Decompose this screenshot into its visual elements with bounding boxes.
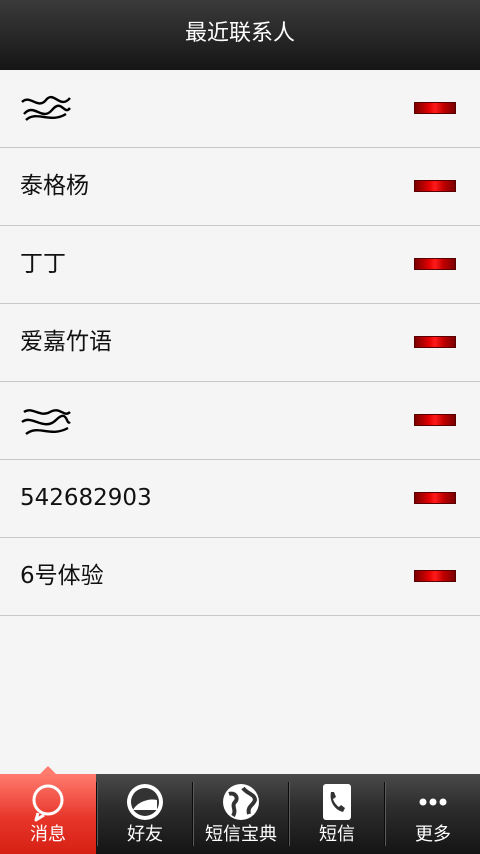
status-badge [414,570,456,582]
status-badge [414,414,456,426]
globe-icon [223,784,259,820]
page-title: 最近联系人 [184,21,295,46]
tab-label: 短信宝典 [205,824,277,845]
status-badge [414,102,456,114]
recent-contacts-list: 泰格杨 丁丁 爱嘉竹语 542682903 6号体验 [0,70,480,616]
redacted-scribble-icon [21,95,71,121]
bottom-tab-bar: 消息 好友 短信宝典 短信 更多 [0,766,480,854]
contact-name: 爱嘉竹语 [20,329,112,355]
message-icon [32,784,64,822]
tab-sms[interactable]: 短信 [289,774,385,854]
status-badge [414,258,456,270]
list-item[interactable]: 丁丁 [0,226,480,304]
status-badge [414,336,456,348]
more-icon [419,798,447,806]
phone-icon [323,784,351,820]
tab-sms-collection[interactable]: 短信宝典 [193,774,289,854]
friend-icon [127,784,163,820]
contact-name: 泰格杨 [20,173,89,199]
tab-friends[interactable]: 好友 [97,774,193,854]
list-item[interactable]: 爱嘉竹语 [0,304,480,382]
list-item[interactable] [0,70,480,148]
status-badge [414,180,456,192]
status-badge [414,492,456,504]
list-item[interactable]: 542682903 [0,460,480,538]
top-header: 最近联系人 [0,0,480,70]
list-item[interactable]: 泰格杨 [0,148,480,226]
contact-name: 6号体验 [20,563,104,589]
tab-label: 好友 [127,824,163,845]
tab-label: 更多 [415,824,451,845]
list-item[interactable]: 6号体验 [0,538,480,616]
redacted-scribble-icon [21,409,71,435]
contact-name: 542682903 [20,485,152,511]
list-item[interactable] [0,382,480,460]
tab-label: 消息 [30,824,66,845]
tab-more[interactable]: 更多 [385,774,480,854]
tab-label: 短信 [319,824,355,845]
contact-name: 丁丁 [20,251,66,277]
tab-messages[interactable]: 消息 [0,766,96,854]
